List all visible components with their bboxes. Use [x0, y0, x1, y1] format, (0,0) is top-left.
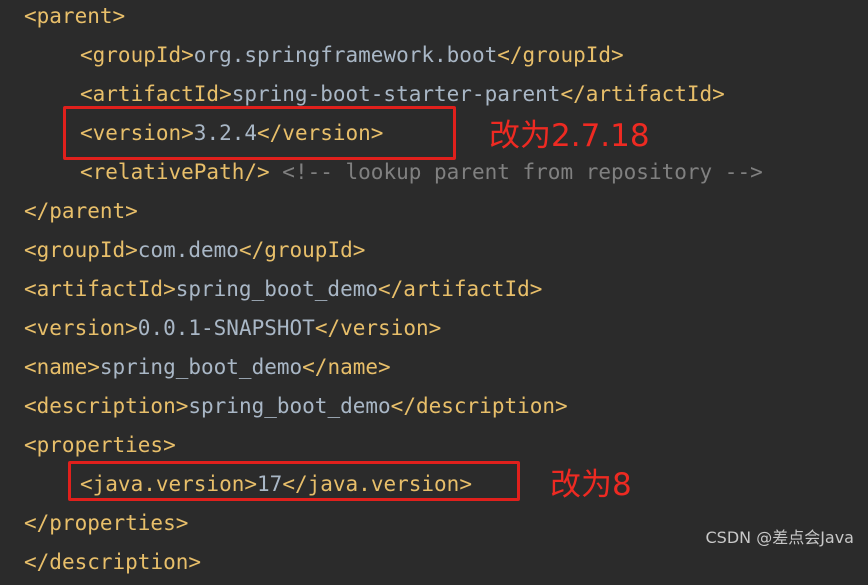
xml-tag: </: [24, 550, 50, 574]
xml-value: spring_boot_demo: [99, 355, 303, 379]
xml-tag: <artifactId>: [24, 277, 176, 301]
xml-tag: <groupId>: [24, 238, 138, 262]
xml-tag: </properties>: [24, 511, 189, 535]
csdn-watermark: CSDN @差点会Java: [705, 528, 854, 547]
xml-tag: <groupId>: [80, 43, 194, 67]
version-change-note: 改为2.7.18: [489, 118, 650, 154]
code-line-parent-open[interactable]: <parent>: [0, 0, 125, 39]
xml-value: spring_boot_demo: [175, 277, 379, 301]
xml-tag: </description>: [390, 394, 568, 418]
code-line-parent-close[interactable]: </parent>: [0, 195, 138, 234]
code-line-description[interactable]: <description>spring_boot_demo</descripti…: [0, 390, 568, 429]
code-line-artifactid[interactable]: <artifactId>spring_boot_demo</artifactId…: [0, 273, 542, 312]
xml-value: com.demo: [137, 238, 239, 262]
xml-tag: </artifactId>: [378, 277, 543, 301]
code-line-properties-close[interactable]: </properties>: [0, 507, 188, 546]
xml-tag: <properties>: [24, 433, 176, 457]
xml-tag: <version>: [24, 316, 138, 340]
xml-tag: </version>: [314, 316, 442, 340]
code-line-parent-groupid[interactable]: <groupId>org.springframework.boot</group…: [0, 39, 624, 78]
xml-tag: <relativePath/>: [80, 160, 270, 184]
xml-tag: description: [49, 550, 189, 574]
xml-tag: </artifactId>: [560, 82, 725, 106]
xml-value: spring-boot-starter-parent: [231, 82, 561, 106]
xml-tag: <name>: [24, 355, 100, 379]
xml-tag: <artifactId>: [80, 82, 232, 106]
version-highlight-box: [63, 106, 456, 160]
code-editor[interactable]: <parent> <groupId>org.springframework.bo…: [0, 0, 868, 574]
xml-value: org.springframework.boot: [193, 43, 498, 67]
xml-tag: </parent>: [24, 199, 138, 223]
code-line-groupid[interactable]: <groupId>com.demo</groupId>: [0, 234, 365, 273]
xml-tag: >: [188, 550, 202, 574]
xml-tag: </groupId>: [238, 238, 366, 262]
xml-tag: <description>: [24, 394, 189, 418]
xml-tag: <parent>: [24, 4, 126, 28]
xml-value: spring_boot_demo: [188, 394, 391, 418]
code-line-relativepath[interactable]: <relativePath/> <!-- lookup parent from …: [0, 156, 763, 195]
java-version-highlight-box: [68, 461, 520, 501]
code-line-version[interactable]: <version>0.0.1-SNAPSHOT</version>: [0, 312, 441, 351]
xml-tag: </groupId>: [497, 43, 624, 67]
xml-value: 0.0.1-SNAPSHOT: [137, 316, 315, 340]
code-line-partial[interactable]: </description>: [0, 546, 201, 585]
code-line-name[interactable]: <name>spring_boot_demo</name>: [0, 351, 391, 390]
xml-tag: </name>: [302, 355, 391, 379]
xml-comment: <!-- lookup parent from repository -->: [269, 160, 763, 184]
java-version-change-note: 改为8: [550, 467, 632, 503]
